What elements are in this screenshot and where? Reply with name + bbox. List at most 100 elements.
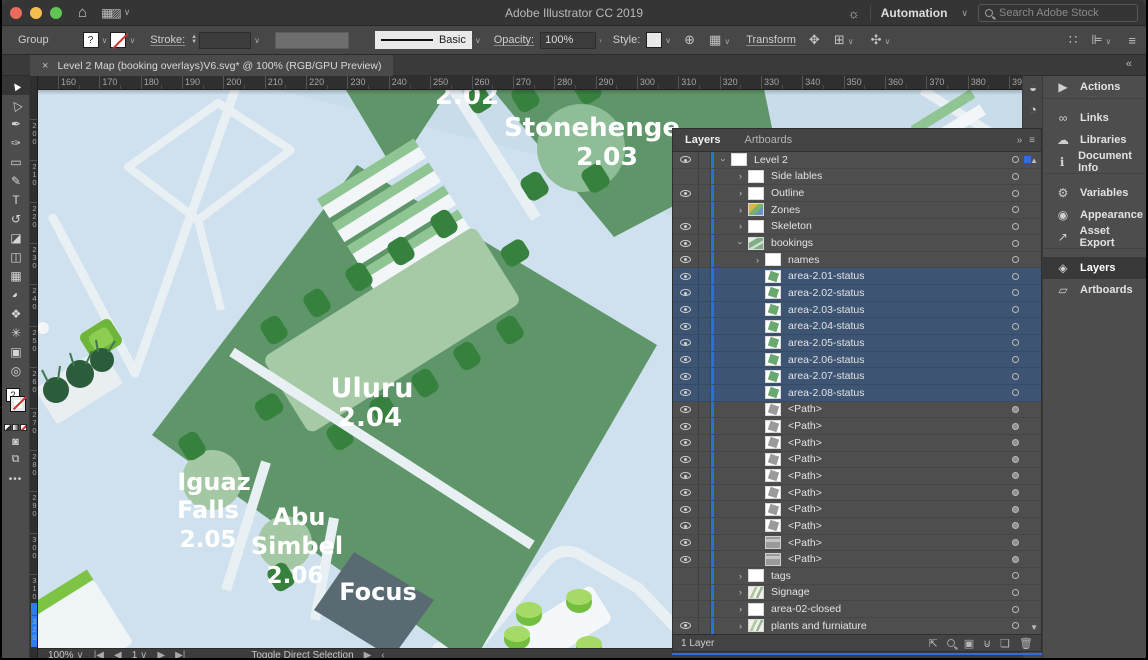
dock-item-links[interactable]: ∞Links [1043,107,1146,129]
target-icon[interactable] [1012,156,1019,163]
lock-toggle[interactable] [699,435,711,451]
lock-toggle[interactable] [699,268,711,284]
curvature-tool[interactable]: ✑ [2,133,30,152]
layer-row--path-[interactable]: <Path> [673,485,1041,502]
layer-name[interactable]: plants and furniature [771,620,867,632]
layer-name[interactable]: names [788,254,820,266]
visibility-toggle[interactable] [673,452,699,468]
panel-menu-icon[interactable]: ≡ [1029,135,1035,146]
visibility-toggle[interactable] [673,535,699,551]
layer-name[interactable]: Outline [771,187,804,199]
lightbulb-icon[interactable]: ☼ [848,6,860,21]
expand-chevron-icon[interactable]: › [733,571,748,581]
lock-toggle[interactable] [699,418,711,434]
layer-name[interactable]: area-2.03-status [788,304,864,316]
expand-chevron-icon[interactable]: › [736,236,746,251]
lock-toggle[interactable] [699,551,711,567]
rotate-tool[interactable]: ↺ [2,209,30,228]
visibility-toggle[interactable] [673,235,699,251]
align-panel-icon[interactable]: ⊫∨ [1091,32,1114,48]
visibility-toggle[interactable] [673,335,699,351]
paintbrush-tool[interactable]: ✎ [2,171,30,190]
target-icon[interactable] [1012,439,1019,446]
target-icon[interactable] [1012,173,1019,180]
layer-name[interactable]: area-2.01-status [788,270,864,282]
target-icon[interactable] [1012,556,1019,563]
document-setup-globe-icon[interactable]: ⊕ [684,32,695,48]
expand-chevron-icon[interactable]: › [733,621,748,631]
target-icon[interactable] [1012,373,1019,380]
lock-toggle[interactable] [699,601,711,617]
opacity-field[interactable]: 100% [540,32,596,49]
gradient-button[interactable] [12,424,19,431]
chevron-down-icon[interactable]: ∨ [254,36,260,45]
last-artboard-button[interactable]: ▶| [175,649,185,658]
layer-name[interactable]: <Path> [788,520,822,532]
layer-name[interactable]: area-2.06-status [788,354,864,366]
dock-item-variables[interactable]: ⚙Variables [1043,182,1146,204]
layer-row--path-[interactable]: <Path> [673,418,1041,435]
visibility-toggle[interactable] [673,219,699,235]
chevron-down-icon[interactable]: ∨ [102,36,108,45]
chevron-down-icon[interactable]: ∨ [475,36,481,45]
visibility-toggle[interactable] [673,551,699,567]
layer-name[interactable]: area-02-closed [771,603,841,615]
blend-tool[interactable]: ❖ [2,304,30,323]
dock-item-libraries[interactable]: ☁Libraries [1043,129,1146,151]
edit-toolbar-icon[interactable]: ••• [2,474,29,485]
lock-toggle[interactable] [699,352,711,368]
stroke-none-indicator[interactable] [11,397,25,411]
visibility-toggle[interactable] [673,202,699,218]
layer-row--path-[interactable]: <Path> [673,452,1041,469]
collapse-dock-icon[interactable]: « [1126,58,1132,70]
layer-name[interactable]: area-2.04-status [788,320,864,332]
make-clipping-mask-icon[interactable]: ▣ [964,637,974,650]
layer-name[interactable]: Side lables [771,170,822,182]
expand-chevron-icon[interactable]: › [733,188,748,198]
collect-for-export-icon[interactable]: ⇱ [928,637,937,650]
visibility-toggle[interactable] [673,501,699,517]
visibility-toggle[interactable] [673,302,699,318]
target-icon[interactable] [1012,240,1019,247]
layer-row-area-2.04-status[interactable]: area-2.04-status [673,318,1041,335]
lock-toggle[interactable] [699,535,711,551]
layer-row-signage[interactable]: ›Signage [673,585,1041,602]
target-icon[interactable] [1012,456,1019,463]
visibility-toggle[interactable] [673,169,699,185]
layer-row--path-[interactable]: <Path> [673,468,1041,485]
stroke-weight-field[interactable] [199,32,251,49]
fill-swatch[interactable]: ? [83,32,99,48]
workspace-switcher[interactable]: Automation [881,6,948,20]
target-icon[interactable] [1012,223,1019,230]
isolate-selection-icon[interactable]: ✣∨ [871,32,894,48]
layer-name[interactable]: Skeleton [771,220,812,232]
lock-toggle[interactable] [699,585,711,601]
stroke-weight-label[interactable]: Stroke: [150,34,185,46]
stroke-weight-stepper[interactable]: ▲▼ [191,35,197,45]
layer-row-area-2.06-status[interactable]: area-2.06-status [673,352,1041,369]
adobe-stock-search[interactable]: Search Adobe Stock [978,4,1138,22]
lock-toggle[interactable] [699,252,711,268]
constrain-proportions-icon[interactable]: ✥ [809,32,820,48]
none-button[interactable] [20,424,27,431]
visibility-toggle[interactable] [673,568,699,584]
layer-name[interactable]: <Path> [788,437,822,449]
layer-row-side-lables[interactable]: ›Side lables [673,169,1041,186]
layer-name[interactable]: Signage [771,586,810,598]
width-profile-dropdown[interactable] [275,32,349,49]
lock-toggle[interactable] [699,368,711,384]
layer-row-tags[interactable]: › tags [673,568,1041,585]
layer-row-area-2.01-status[interactable]: area-2.01-status [673,268,1041,285]
panel-collapse-icon[interactable]: » [1017,135,1023,146]
screen-mode-icon[interactable]: ⧉ [2,453,29,466]
target-icon[interactable] [1012,190,1019,197]
layer-row--path-[interactable]: <Path> [673,435,1041,452]
preferences-grid-icon[interactable]: ▦∨ [709,32,733,48]
layer-row-area-2.02-status[interactable]: area-2.02-status [673,285,1041,302]
dock-item-layers[interactable]: ◈Layers [1043,257,1146,279]
target-icon[interactable] [1012,273,1019,280]
layer-name[interactable]: tags [771,570,791,582]
layer-row-skeleton[interactable]: ›Skeleton [673,219,1041,236]
target-icon[interactable] [1012,506,1019,513]
status-expand-icon[interactable]: ‹ [381,649,384,658]
